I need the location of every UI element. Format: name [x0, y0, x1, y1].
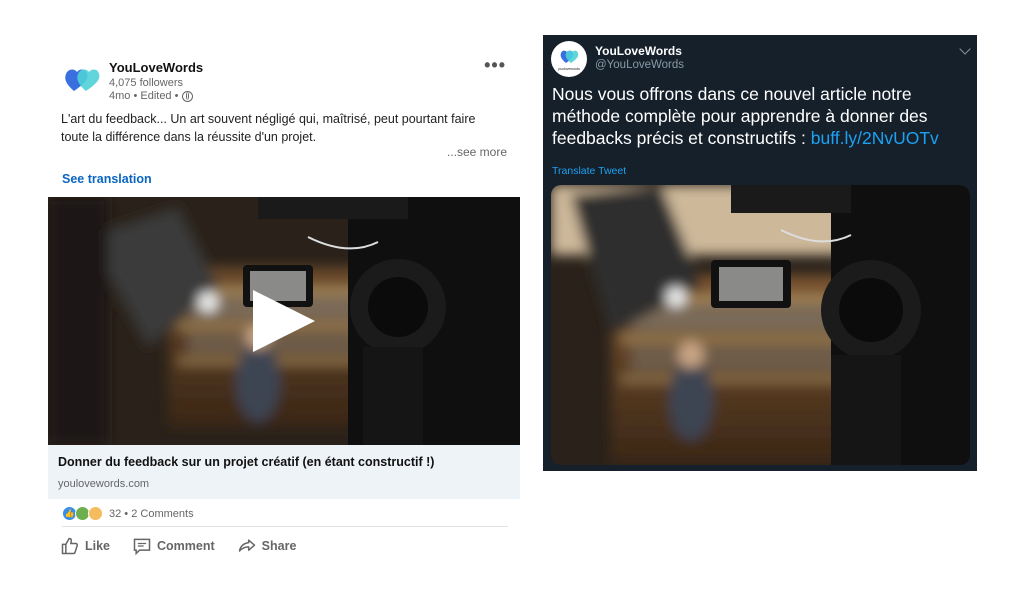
reactions-summary[interactable]: 👍 32 • 2 Comments — [62, 506, 194, 521]
insightful-reaction-icon — [88, 506, 103, 521]
tweet-text: Nous vous offrons dans ce nouvel article… — [552, 83, 972, 149]
video-player[interactable] — [48, 197, 520, 445]
see-translation-link[interactable]: See translation — [62, 172, 152, 186]
link-preview[interactable]: Donner du feedback sur un projet créatif… — [48, 445, 520, 499]
separator: • — [121, 507, 132, 520]
tweet-photo — [551, 185, 970, 465]
twitter-post: youlovewords YouLoveWords @YouLoveWords … — [543, 35, 977, 471]
comments-count[interactable]: 2 Comments — [131, 508, 193, 520]
post-text: L'art du feedback... Un art souvent négl… — [61, 112, 476, 144]
globe-icon — [182, 90, 194, 102]
comment-button[interactable]: Comment — [132, 536, 215, 556]
like-button[interactable]: Like — [60, 536, 110, 556]
tweet-image[interactable] — [551, 185, 970, 465]
avatar[interactable]: youlovewords — [551, 41, 587, 77]
reaction-count[interactable]: 32 — [109, 508, 121, 520]
post-time: 4mo • Edited • — [109, 90, 179, 102]
author-handle[interactable]: @YouLoveWords — [595, 59, 684, 71]
comment-label: Comment — [157, 539, 215, 553]
avatar-caption: youlovewords — [558, 67, 580, 71]
share-button[interactable]: Share — [237, 536, 297, 556]
chevron-down-icon[interactable] — [959, 43, 971, 55]
translate-tweet-link[interactable]: Translate Tweet — [552, 165, 626, 177]
tweet-link[interactable]: buff.ly/2NvUOTv — [811, 128, 939, 148]
like-icon — [61, 537, 79, 555]
see-more-link[interactable]: ...see more — [447, 145, 507, 159]
more-options-icon[interactable]: ••• — [484, 56, 506, 74]
linkedin-post: YouLoveWords 4,075 followers 4mo • Edite… — [48, 40, 520, 580]
divider — [62, 526, 508, 527]
action-bar: Like Comment Share — [60, 536, 296, 556]
play-icon[interactable] — [253, 290, 315, 352]
comment-icon — [133, 538, 151, 556]
link-domain: youlovewords.com — [58, 478, 150, 490]
heart-logo-icon: youlovewords — [558, 50, 580, 71]
post-meta: 4mo • Edited • — [109, 90, 194, 102]
follower-count: 4,075 followers — [109, 77, 183, 89]
link-title[interactable]: Donner du feedback sur un projet créatif… — [58, 455, 434, 469]
author-name[interactable]: YouLoveWords — [109, 60, 203, 75]
share-label: Share — [261, 539, 297, 553]
like-label: Like — [85, 539, 111, 553]
author-name[interactable]: YouLoveWords — [595, 44, 682, 58]
heart-logo-icon[interactable] — [64, 67, 100, 93]
share-icon — [238, 539, 255, 552]
